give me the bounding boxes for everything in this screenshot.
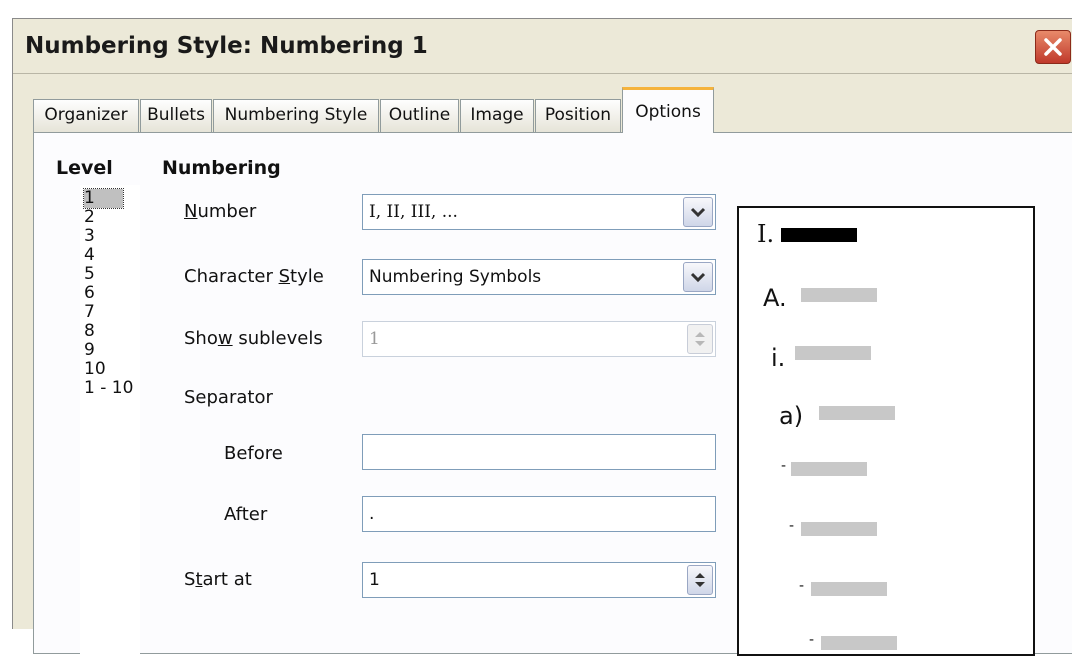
numbering-style-dialog: Numbering Style: Numbering 1 Organizer B… <box>12 18 1072 665</box>
level-item-9[interactable]: 9 <box>84 341 95 360</box>
level-item-6[interactable]: 6 <box>84 284 95 303</box>
level-header: Level <box>56 157 113 179</box>
show-sublevels-spin-buttons <box>687 324 713 354</box>
spin-arrows-icon <box>695 332 705 346</box>
character-style-label: Character Style <box>184 266 324 287</box>
preview-level-2-number: A. <box>763 284 787 312</box>
number-dropdown[interactable]: I, II, III, ... <box>362 194 716 230</box>
after-label: After <box>224 504 268 525</box>
number-dropdown-button[interactable] <box>683 197 713 227</box>
preview-level-4-number: a) <box>779 402 804 430</box>
preview-level-3-bar <box>795 346 871 360</box>
show-sublevels-value: 1 <box>369 329 380 349</box>
preview-level-7-bar <box>811 582 887 596</box>
preview-level-1-number: I. <box>757 220 775 248</box>
start-at-spin-buttons[interactable] <box>687 565 713 595</box>
close-button[interactable] <box>1035 30 1071 64</box>
preview-level-6-number: - <box>789 518 795 534</box>
level-item-1[interactable]: 1 <box>83 188 124 209</box>
after-input[interactable]: . <box>362 496 716 532</box>
level-item-all[interactable]: 1 - 10 <box>84 379 133 398</box>
title-bar: Numbering Style: Numbering 1 <box>13 19 1072 74</box>
show-sublevels-spinner: 1 <box>362 321 716 357</box>
preview-level-2-bar <box>801 288 877 302</box>
level-item-8[interactable]: 8 <box>84 322 95 341</box>
preview-level-1-bar <box>781 228 857 242</box>
spin-arrows-icon <box>695 573 705 587</box>
preview-level-8-bar <box>821 636 897 650</box>
preview-level-5-number: - <box>781 458 787 474</box>
tab-image[interactable]: Image <box>460 99 534 132</box>
tab-numbering-style[interactable]: Numbering Style <box>213 99 379 132</box>
after-value: . <box>369 504 375 524</box>
start-at-value: 1 <box>369 570 380 590</box>
tab-bullets[interactable]: Bullets <box>140 99 212 132</box>
preview-level-8-number: - <box>809 632 815 648</box>
level-item-4[interactable]: 4 <box>84 246 95 265</box>
number-value: I, II, III, ... <box>369 202 458 222</box>
level-item-7[interactable]: 7 <box>84 303 95 322</box>
preview-level-3-number: i. <box>771 344 786 372</box>
level-item-3[interactable]: 3 <box>84 227 95 246</box>
before-label: Before <box>224 443 283 464</box>
start-at-spinner[interactable]: 1 <box>362 562 716 598</box>
level-item-2[interactable]: 2 <box>84 208 95 227</box>
tab-organizer[interactable]: Organizer <box>33 99 139 132</box>
separator-label: Separator <box>184 387 273 408</box>
dialog-title: Numbering Style: Numbering 1 <box>25 33 428 59</box>
level-list[interactable]: 1 2 3 4 5 6 7 8 9 10 1 - 10 <box>80 185 140 665</box>
preview-level-4-bar <box>819 406 895 420</box>
tab-position[interactable]: Position <box>535 99 621 132</box>
character-style-dropdown-button[interactable] <box>683 262 713 292</box>
chevron-down-icon <box>690 272 706 283</box>
tab-options[interactable]: Options <box>622 87 714 133</box>
preview-level-5-bar <box>791 462 867 476</box>
preview-level-7-number: - <box>799 578 805 594</box>
level-item-5[interactable]: 5 <box>84 265 95 284</box>
numbering-header: Numbering <box>162 157 281 179</box>
show-sublevels-label: Show sublevels <box>184 328 323 349</box>
start-at-label: Start at <box>184 569 252 590</box>
character-style-value: Numbering Symbols <box>369 267 542 287</box>
preview-level-6-bar <box>801 522 877 536</box>
level-item-10[interactable]: 10 <box>84 360 106 379</box>
options-panel: Level Numbering 1 2 3 4 5 6 7 8 9 10 1 -… <box>33 132 1072 665</box>
character-style-dropdown[interactable]: Numbering Symbols <box>362 259 716 295</box>
number-label: Number <box>184 201 257 222</box>
chevron-down-icon <box>690 207 706 218</box>
before-input[interactable] <box>362 434 716 470</box>
numbering-preview: I. A. i. a) - - - - <box>737 206 1035 656</box>
tab-outline[interactable]: Outline <box>380 99 459 132</box>
close-icon <box>1044 38 1062 56</box>
